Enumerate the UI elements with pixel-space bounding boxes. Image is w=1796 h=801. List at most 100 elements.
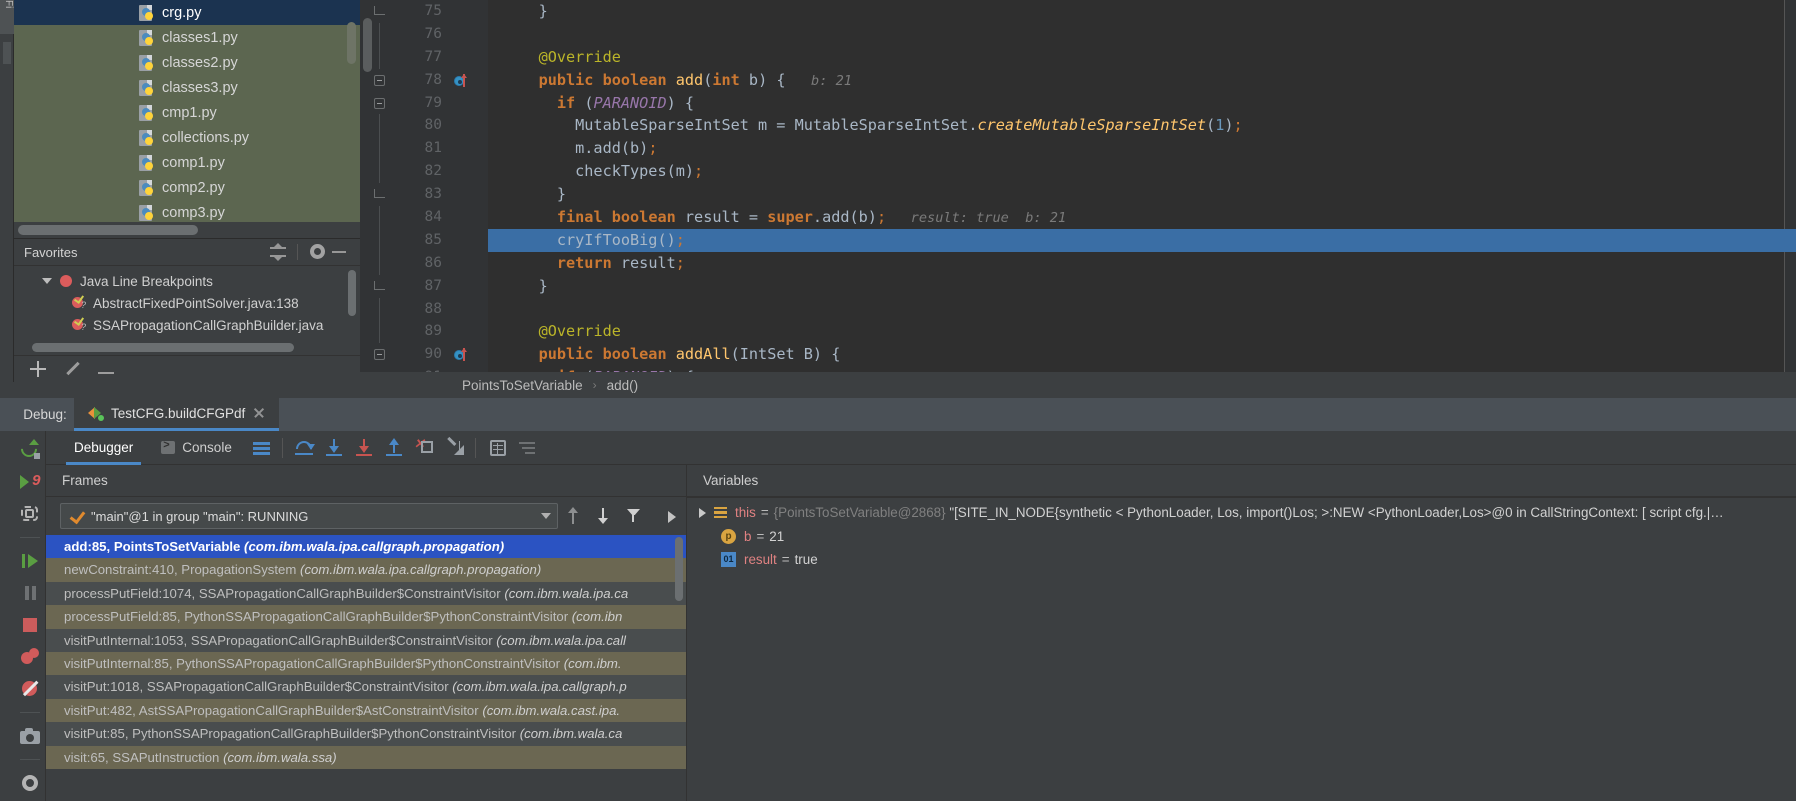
frame-row[interactable]: visitPut:482, AstSSAPropagationCallGraph…: [46, 698, 686, 723]
rerun-icon[interactable]: [17, 437, 41, 461]
project-vertical-scrollbar[interactable]: [347, 22, 356, 64]
gutter-row[interactable]: 79: [374, 92, 488, 115]
code-line[interactable]: }: [488, 183, 1796, 206]
gutter-row[interactable]: 90: [374, 343, 488, 366]
minus-icon[interactable]: [98, 371, 114, 374]
layout-lines-icon[interactable]: [246, 431, 276, 465]
fold-collapse-icon[interactable]: [374, 74, 385, 86]
frame-row[interactable]: newConstraint:410, PropagationSystem (co…: [46, 558, 686, 582]
project-file-list[interactable]: crg.py classes1.py classes2.py classes3.py c…: [14, 0, 360, 222]
code-line[interactable]: }: [488, 275, 1796, 298]
code-line[interactable]: public boolean add(int b) { b: 21: [488, 69, 1796, 92]
code-line[interactable]: return result;: [488, 252, 1796, 275]
project-horizontal-scrollbar[interactable]: [18, 225, 198, 235]
fold-collapse-icon[interactable]: [374, 97, 385, 109]
project-file-item[interactable]: crg.py: [14, 0, 360, 25]
resume-count-icon[interactable]: 9: [19, 471, 41, 493]
collapse-all-icon[interactable]: [267, 243, 289, 261]
drop-frame-icon[interactable]: ✕: [409, 431, 439, 465]
project-file-item[interactable]: cmp1.py: [14, 100, 360, 125]
tool-window-tab-favorites[interactable]: Fi: [0, 0, 14, 34]
code-line[interactable]: [488, 298, 1796, 321]
variables-list[interactable]: this = {PointsToSetVariable@2868} "[SITE_I…: [687, 497, 1796, 571]
code-line[interactable]: MutableSparseIntSet m = MutableSparseInt…: [488, 114, 1796, 137]
fold-end-icon[interactable]: [374, 189, 385, 199]
code-line[interactable]: @Override: [488, 320, 1796, 343]
gutter-row[interactable]: 80: [374, 114, 488, 138]
editor-marker-bar[interactable]: [1784, 0, 1796, 372]
code-line[interactable]: }: [488, 0, 1796, 23]
chevron-down-icon[interactable]: [42, 278, 52, 284]
favorites-horizontal-scrollbar[interactable]: [32, 343, 294, 352]
frame-row[interactable]: visitPut:85, PythonSSAPropagationCallGra…: [46, 722, 686, 746]
gutter-row[interactable]: 84: [374, 206, 488, 229]
gutter-row[interactable]: 77: [374, 45, 488, 69]
fold-collapse-icon[interactable]: [374, 349, 385, 361]
editor-left-scrollbar[interactable]: [360, 0, 374, 372]
variable-row[interactable]: p b = 21: [687, 524, 1796, 547]
favorites-tree-item[interactable]: Java Line Breakpoints: [14, 270, 360, 292]
gutter-row[interactable]: 75: [374, 0, 488, 23]
pause-program-icon[interactable]: [19, 582, 41, 604]
frame-row[interactable]: visitPutInternal:1053, SSAPropagationCal…: [46, 628, 686, 652]
code-line[interactable]: final boolean result = super.add(b); res…: [488, 206, 1796, 229]
favorites-tree-item[interactable]: ? AbstractFixedPointSolver.java:138: [14, 292, 360, 314]
gear-icon[interactable]: [306, 243, 328, 261]
project-file-item[interactable]: comp1.py: [14, 150, 360, 175]
project-file-item[interactable]: classes2.py: [14, 50, 360, 75]
project-file-item[interactable]: comp2.py: [14, 175, 360, 200]
code-editor[interactable]: 7576777879808182838485868788899091 } @Ov…: [360, 0, 1796, 386]
frame-row[interactable]: add:85, PointsToSetVariable (com.ibm.wal…: [46, 535, 686, 559]
gutter-row[interactable]: 82: [374, 160, 488, 184]
code-line[interactable]: public boolean addAll(IntSet B) {: [488, 343, 1796, 366]
step-over-icon[interactable]: [289, 431, 319, 465]
settings-icon[interactable]: [19, 772, 41, 794]
step-into-icon[interactable]: [319, 431, 349, 465]
variable-row[interactable]: 01 result = true: [687, 548, 1796, 571]
gutter-row[interactable]: 78: [374, 69, 488, 92]
restart-icon[interactable]: [19, 503, 41, 525]
expand-triangle-icon[interactable]: [699, 507, 706, 518]
expand-icon[interactable]: [648, 503, 678, 529]
minus-icon[interactable]: [328, 243, 350, 261]
frame-row[interactable]: visitPut:1018, SSAPropagationCallGraphBu…: [46, 675, 686, 699]
force-step-into-icon[interactable]: [349, 431, 379, 465]
tab-console[interactable]: Console: [147, 431, 246, 465]
code-line[interactable]: if (PARANOID) {: [488, 92, 1796, 115]
close-icon[interactable]: [253, 407, 265, 419]
filter-icon[interactable]: [618, 503, 648, 529]
gutter-row[interactable]: 88: [374, 297, 488, 321]
mute-breakpoints-icon[interactable]: [19, 678, 41, 700]
frame-row[interactable]: processPutField:85, PythonSSAPropagation…: [46, 605, 686, 629]
favorites-tree-item[interactable]: ? SSAPropagationCallGraphBuilder.java: [14, 314, 360, 336]
gutter-row[interactable]: 83: [374, 183, 488, 206]
project-file-item[interactable]: comp3.py: [14, 200, 360, 222]
evaluate-expression-icon[interactable]: [482, 431, 512, 465]
thread-dropdown[interactable]: "main"@1 in group "main": RUNNING: [60, 503, 558, 529]
gutter-row[interactable]: 86: [374, 251, 488, 275]
gutter-row[interactable]: 85: [374, 228, 488, 252]
project-file-item[interactable]: classes1.py: [14, 25, 360, 50]
code-line[interactable]: [488, 23, 1796, 46]
frames-list[interactable]: add:85, PointsToSetVariable (com.ibm.wal…: [46, 535, 686, 801]
frame-down-icon[interactable]: [588, 503, 618, 529]
code-line[interactable]: checkTypes(m);: [488, 160, 1796, 183]
fold-end-icon[interactable]: [374, 280, 385, 290]
project-file-item[interactable]: collections.py: [14, 125, 360, 150]
view-breakpoints-icon[interactable]: [19, 646, 41, 668]
gutter-row[interactable]: 87: [374, 275, 488, 298]
tool-window-tab-secondary[interactable]: [3, 42, 11, 64]
code-line[interactable]: m.add(b);: [488, 137, 1796, 160]
editor-scroll-thumb[interactable]: [363, 18, 372, 72]
favorites-tree[interactable]: Java Line Breakpoints? AbstractFixedPoint…: [14, 266, 360, 354]
settings-lines-icon[interactable]: [512, 431, 542, 465]
pencil-icon[interactable]: [64, 361, 80, 377]
run-to-cursor-icon[interactable]: [439, 431, 469, 465]
breadcrumb[interactable]: PointsToSetVariable › add(): [360, 372, 1796, 398]
editor-gutter[interactable]: 7576777879808182838485868788899091: [374, 0, 488, 385]
step-out-icon[interactable]: [379, 431, 409, 465]
gutter-row[interactable]: 81: [374, 137, 488, 161]
project-file-item[interactable]: classes3.py: [14, 75, 360, 100]
chevron-down-icon[interactable]: [541, 513, 551, 519]
frame-row[interactable]: processPutField:1074, SSAPropagationCall…: [46, 581, 686, 606]
